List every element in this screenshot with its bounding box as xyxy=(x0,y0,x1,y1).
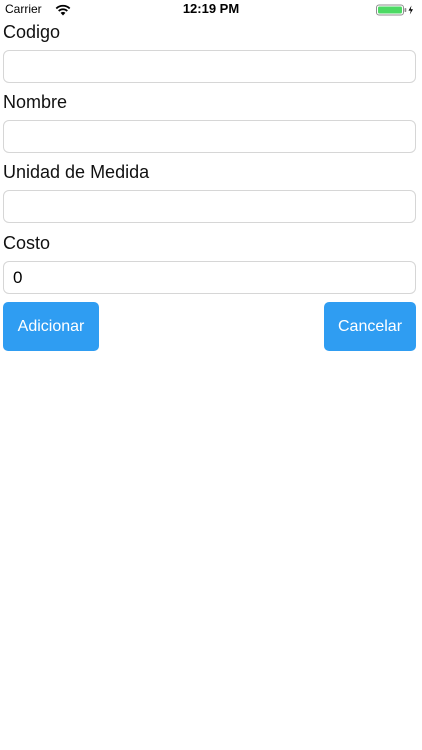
codigo-input[interactable] xyxy=(3,50,416,83)
codigo-label: Codigo xyxy=(3,22,61,42)
nombre-input[interactable] xyxy=(3,120,416,153)
costo-input[interactable] xyxy=(3,261,416,294)
cancelar-button[interactable]: Cancelar xyxy=(324,302,416,351)
battery-charging-icon xyxy=(376,3,416,16)
adicionar-button[interactable]: Adicionar xyxy=(3,302,99,351)
nombre-label: Nombre xyxy=(3,92,68,112)
status-time: 12:19 PM xyxy=(182,1,240,16)
unidad-medida-label: Unidad de Medida xyxy=(3,162,150,182)
unidad-medida-input[interactable] xyxy=(3,190,416,223)
status-bar: Carrier 12:19 PM xyxy=(0,0,422,18)
costo-label: Costo xyxy=(3,233,51,253)
